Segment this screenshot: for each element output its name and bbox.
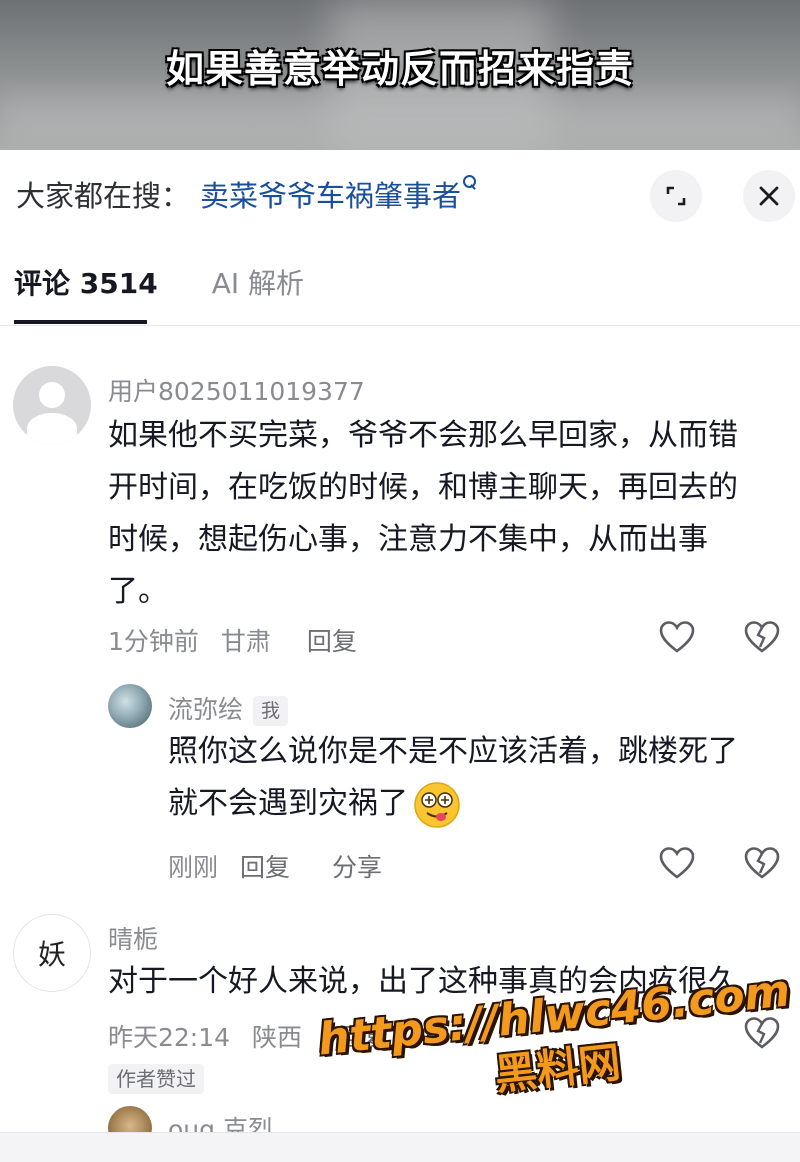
comment-time: 刚刚 <box>168 853 219 882</box>
dizzy-face-emoji-icon <box>414 781 460 828</box>
video-caption: 如果善意举动反而招来指责 <box>165 47 634 91</box>
close-button[interactable] <box>743 170 795 222</box>
active-tab-indicator <box>14 320 147 324</box>
reply-button[interactable]: 回复 <box>240 848 290 884</box>
tab-ai-analysis[interactable]: AI 解析 <box>212 262 304 302</box>
video-preview[interactable]: 如果善意举动反而招来指责 <box>0 0 800 150</box>
comment-time: 昨天22:14 <box>108 1023 231 1052</box>
dislike-icon[interactable] <box>744 846 780 880</box>
comment-location: 陕西 <box>252 1023 303 1052</box>
avatar[interactable] <box>13 366 91 444</box>
comment-username[interactable]: 晴栀 <box>108 920 158 956</box>
reply-button[interactable]: 回复 <box>307 622 357 658</box>
heart-icon[interactable] <box>659 846 695 880</box>
expand-button[interactable] <box>650 170 702 222</box>
search-suggestion-label: 大家都在搜： <box>16 179 191 213</box>
expand-icon <box>666 186 686 206</box>
tab-comments[interactable]: 评论 3514 <box>14 262 158 302</box>
divider <box>0 325 800 326</box>
share-button[interactable]: 分享 <box>332 848 382 884</box>
comment-location: 甘肃 <box>220 627 271 656</box>
self-badge: 我 <box>253 696 289 726</box>
avatar[interactable] <box>108 684 152 728</box>
close-icon <box>759 186 779 206</box>
avatar[interactable]: 妖 <box>13 914 91 992</box>
comment-meta: 1分钟前 甘肃 回复 <box>108 622 379 658</box>
comment-time: 1分钟前 <box>108 627 199 656</box>
comment-username[interactable]: 用户8025011019377 <box>108 372 365 408</box>
comment-input-bar[interactable] <box>0 1132 800 1162</box>
search-icon <box>463 175 477 193</box>
comment-username[interactable]: 流弥绘我 <box>168 690 289 726</box>
author-liked-badge: 作者赞过 <box>108 1064 204 1094</box>
comment-tabs: 评论 3514 AI 解析 <box>14 262 358 302</box>
comment-meta: 刚刚 回复 分享 <box>168 848 404 884</box>
heart-icon[interactable] <box>659 620 695 654</box>
comment-text: 如果他不买完菜，爷爷不会那么早回家，从而错 开时间，在吃饭的时候，和博主聊天，再… <box>108 418 738 609</box>
dislike-icon[interactable] <box>744 620 780 654</box>
search-suggestion-term[interactable]: 卖菜爷爷车祸肇事者 <box>200 173 461 215</box>
comment-text: 照你这么说你是不是不应该活着，跳楼死了 就不会遇到灾祸了 <box>168 726 738 830</box>
search-suggestion[interactable]: 大家都在搜： 卖菜爷爷车祸肇事者 <box>16 172 477 216</box>
